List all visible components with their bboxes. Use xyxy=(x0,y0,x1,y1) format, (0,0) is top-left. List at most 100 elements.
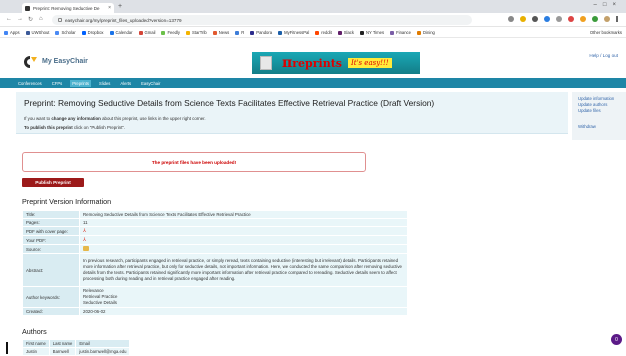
bookmark-icon xyxy=(25,30,30,35)
menu-item-conferences[interactable]: Conferences xyxy=(16,80,44,87)
title-box: Preprint: Removing Seductive Details fro… xyxy=(16,92,568,134)
bookmark-label: reddit xyxy=(321,30,332,35)
menu-item-preprints[interactable]: Preprints xyxy=(70,79,91,87)
bookmark-label: UWShout xyxy=(31,30,50,35)
bookmark-label: StarTrib xyxy=(192,30,207,35)
created-key: Created: xyxy=(23,308,79,315)
bookmark-item[interactable]: Finance xyxy=(390,30,411,35)
bookmark-label: Gmail xyxy=(144,30,156,35)
bookmark-item[interactable]: Calendar xyxy=(109,30,133,35)
url-field[interactable]: easychair.org/my/preprint_files_uploaded… xyxy=(52,15,472,25)
bookmark-label: Dropbox xyxy=(87,30,104,35)
bookmark-item[interactable]: Dining xyxy=(416,30,435,35)
bookmark-icon xyxy=(109,30,114,35)
other-bookmarks[interactable]: Other bookmarks xyxy=(590,30,622,35)
author-email: justin.barnwell@mga.edu xyxy=(76,348,130,355)
star-icon[interactable] xyxy=(520,16,526,22)
bookmark-icon xyxy=(81,30,86,35)
extension-icons xyxy=(508,16,618,22)
home-icon[interactable]: ⌂ xyxy=(39,16,43,22)
bookmark-item[interactable]: Gmail xyxy=(138,30,156,35)
main-menu: Conferences CFPs Preprints Slides Alerts Easy… xyxy=(0,78,626,88)
bookmark-item[interactable]: NY Times xyxy=(360,30,384,35)
extension-icon[interactable] xyxy=(580,16,586,22)
back-icon[interactable]: ← xyxy=(6,16,12,22)
profile-avatar-icon[interactable] xyxy=(604,16,610,22)
bookmark-item[interactable]: Pandora xyxy=(250,30,272,35)
banner-pi: π xyxy=(282,55,293,71)
help-logout-links[interactable]: Help / Log out xyxy=(589,53,618,58)
hint-change-info: If you want to change any information ab… xyxy=(24,116,206,121)
bookmark-item[interactable]: UWShout xyxy=(25,30,50,35)
hint-publish: To publish this preprint click on "Publi… xyxy=(24,125,126,130)
table-row: Pages: 11 xyxy=(23,219,407,226)
abstract-value: In previous research, participants engag… xyxy=(80,254,407,286)
bookmark-item[interactable]: Apps xyxy=(4,30,20,35)
table-row: Author keywords: Relevance Retrieval Pra… xyxy=(23,287,407,307)
pdf-icon[interactable]: ⅄ xyxy=(83,238,87,243)
logo-text[interactable]: My EasyChair xyxy=(42,58,88,65)
forward-icon[interactable]: → xyxy=(17,16,23,22)
page-title: Preprint: Removing Seductive Details fro… xyxy=(24,98,435,108)
bookmark-label: Calendar xyxy=(115,30,133,35)
extension-icon[interactable] xyxy=(592,16,598,22)
menu-item-cfps[interactable]: CFPs xyxy=(50,80,64,87)
bookmark-item[interactable]: Scholar xyxy=(55,30,76,35)
text-cursor xyxy=(6,342,8,354)
bookmark-item[interactable]: StarTrib xyxy=(186,30,207,35)
close-tab-icon[interactable]: × xyxy=(108,5,111,11)
easychair-logo-icon[interactable] xyxy=(22,55,38,69)
author-last-name: Barnwell xyxy=(49,348,76,355)
bookmark-item[interactable]: R xyxy=(235,30,244,35)
keywords-value: Relevance Retrieval Practice Seductive D… xyxy=(80,287,407,307)
new-tab-icon[interactable]: + xyxy=(118,3,122,10)
preprints-banner: π reprints It's easy!!! xyxy=(252,52,420,74)
extension-icon[interactable] xyxy=(544,16,550,22)
keyword: Seductive Details xyxy=(83,300,117,305)
column-header: First name xyxy=(23,340,49,347)
bookmark-item[interactable]: Slack xyxy=(337,30,354,35)
authors-table: First name Last name Email Justin Barnwe… xyxy=(22,339,130,356)
extension-icon[interactable] xyxy=(568,16,574,22)
bookmark-item[interactable]: reddit xyxy=(315,30,332,35)
extension-icon[interactable] xyxy=(532,16,538,22)
abstract-key: Abstract: xyxy=(23,254,79,286)
bookmark-item[interactable]: News xyxy=(212,30,229,35)
menu-item-easychair[interactable]: EasyChair xyxy=(139,80,162,87)
sidebar-withdraw[interactable]: Withdraw xyxy=(578,124,620,130)
bookmark-label: R xyxy=(241,30,245,35)
bookmark-icon xyxy=(161,30,166,35)
bookmark-label: Dining xyxy=(422,30,435,35)
menu-item-slides[interactable]: Slides xyxy=(97,80,112,87)
bookmark-icon xyxy=(212,30,217,35)
reload-icon[interactable]: ↻ xyxy=(28,16,33,23)
bookmark-item[interactable]: Feedly xyxy=(161,30,180,35)
menu-icon[interactable] xyxy=(616,16,618,22)
pdf-cover-key: PDF with cover page: xyxy=(23,227,79,235)
your-pdf-key: Your PDF: xyxy=(23,236,79,244)
menu-item-alerts[interactable]: Alerts xyxy=(118,80,133,87)
extension-icon[interactable] xyxy=(556,16,562,22)
bookmark-icon xyxy=(416,30,421,35)
version-info-table: Title: Removing Seductive Details from S… xyxy=(22,210,408,316)
chat-bubble-icon[interactable]: 0 xyxy=(611,334,622,345)
bookmarks-bar: Apps UWShout Scholar Dropbox Calendar Gmail Fe… xyxy=(0,28,626,38)
source-archive-icon[interactable] xyxy=(83,246,89,251)
lock-icon xyxy=(58,18,62,22)
favicon-icon xyxy=(25,5,30,11)
bookmark-item[interactable]: MyFitnessPal xyxy=(278,30,309,35)
table-row: Your PDF: ⅄ xyxy=(23,236,407,244)
extension-icon[interactable] xyxy=(508,16,514,22)
pdf-icon[interactable]: ⅄ xyxy=(83,229,87,234)
publish-preprint-button[interactable]: Publish Preprint xyxy=(22,178,84,187)
banner-tagline: It's easy!!! xyxy=(347,58,392,68)
title-value: Removing Seductive Details from Science … xyxy=(80,211,407,218)
right-sidebar: Update information Update authors Update… xyxy=(572,92,626,140)
window-controls[interactable]: –□× xyxy=(594,2,622,8)
bookmark-item[interactable]: Dropbox xyxy=(81,30,104,35)
keywords-key: Author keywords: xyxy=(23,287,79,307)
browser-tab[interactable]: Preprint: Removing Seductive De × xyxy=(22,3,114,13)
bookmark-icon xyxy=(138,30,143,35)
table-header-row: First name Last name Email xyxy=(23,340,130,347)
bookmark-icon xyxy=(390,30,395,35)
